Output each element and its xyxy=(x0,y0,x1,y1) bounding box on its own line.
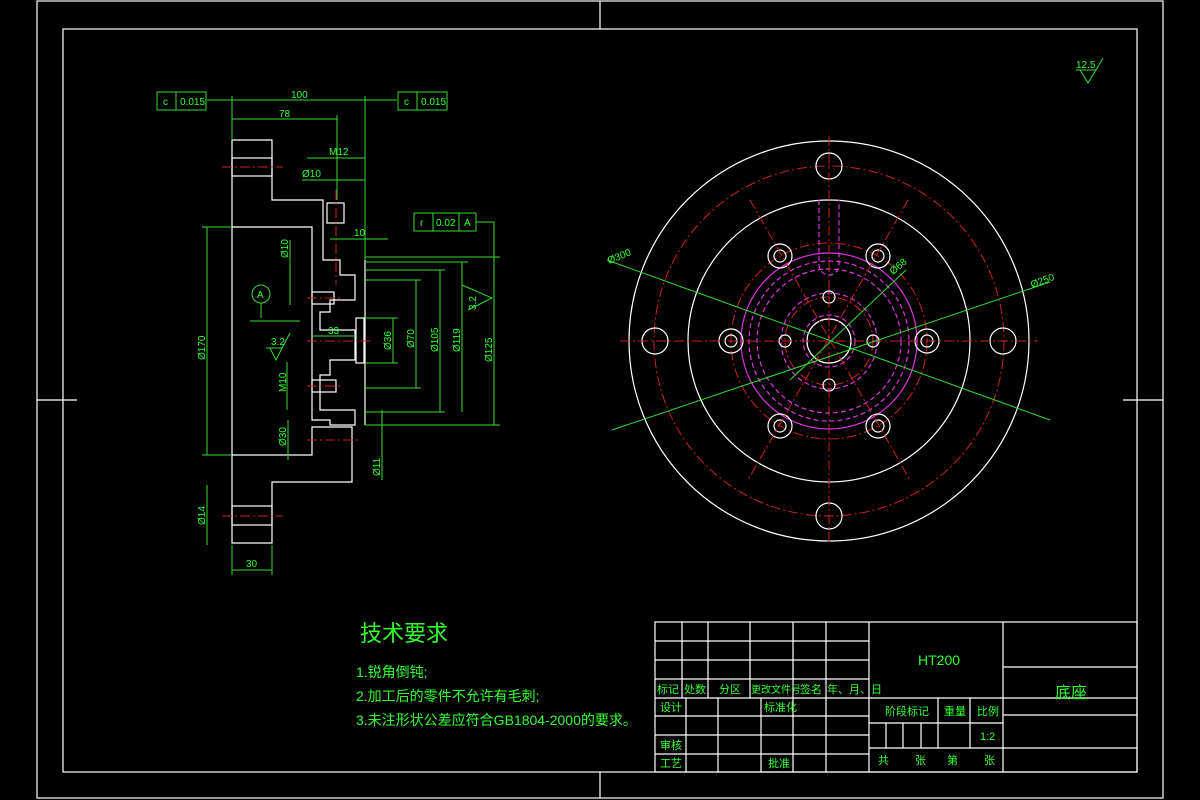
svg-text:0.015: 0.015 xyxy=(421,97,446,108)
label-sheet: 张 xyxy=(984,754,995,767)
label-weight: 重量 xyxy=(944,704,966,718)
roughness-value: 12.5 xyxy=(1076,60,1096,71)
dim-d68: Ø68 xyxy=(888,256,910,277)
header-count: 处数 xyxy=(684,683,706,696)
svg-text:c: c xyxy=(404,97,409,108)
tech-requirements-title: 技术要求 xyxy=(360,621,448,646)
dim-m12: M12 xyxy=(329,147,349,158)
svg-text:r: r xyxy=(420,218,424,229)
header-date: 年、月、日 xyxy=(827,682,882,696)
dim-d250: Ø250 xyxy=(1029,272,1056,291)
roughness-3-2-a: 3.2 xyxy=(271,337,285,348)
dim-d14: Ø14 xyxy=(197,506,208,525)
label-approve: 批准 xyxy=(768,756,790,770)
tolerance-frame-right: c 0.015 xyxy=(397,91,448,111)
dim-33: 33 xyxy=(328,326,340,337)
dim-d11: Ø11 xyxy=(372,457,383,476)
dim-d170: Ø170 xyxy=(197,335,208,360)
tech-requirement-item: 1.锐角倒钝; xyxy=(356,664,428,680)
dim-d125: Ø125 xyxy=(484,337,495,362)
label-design: 设计 xyxy=(660,701,682,714)
header-zone: 分区 xyxy=(719,683,741,696)
label-total: 共 xyxy=(878,754,889,767)
tech-requirement-item: 2.加工后的零件不允许有毛刺; xyxy=(356,688,540,704)
general-roughness-symbol: 12.5 xyxy=(1076,57,1104,84)
dim-100: 100 xyxy=(291,90,308,101)
tech-requirement-item: 3.未注形状公差应符合GB1804-2000的要求。 xyxy=(356,712,637,728)
dim-d119: Ø119 xyxy=(452,328,463,352)
roughness-3-2-b: 3.2 xyxy=(468,296,479,310)
dim-d30: Ø30 xyxy=(278,427,289,446)
tolerance-frame-runout: r 0.02 A xyxy=(413,212,495,240)
dim-d36: Ø36 xyxy=(383,331,394,350)
datum-a: A xyxy=(257,290,264,301)
svg-text:0.015: 0.015 xyxy=(180,97,205,108)
dim-d105: Ø105 xyxy=(430,327,441,352)
label-page: 第 xyxy=(947,753,958,767)
label-sheets: 张 xyxy=(915,754,926,767)
header-mark: 标记 xyxy=(657,682,679,696)
inner-border xyxy=(62,28,1138,773)
tolerance-frame-left: c 0.015 xyxy=(156,91,207,111)
label-scale: 比例 xyxy=(977,704,999,718)
dim-10: 10 xyxy=(354,228,366,239)
material: HT200 xyxy=(918,652,960,668)
dim-30: 30 xyxy=(246,559,258,570)
dim-d10-top: Ø10 xyxy=(302,169,321,180)
part-name: 底座 xyxy=(1055,684,1087,702)
label-process: 工艺 xyxy=(660,757,682,770)
centerlines xyxy=(222,166,370,517)
dim-d10: Ø10 xyxy=(280,239,291,258)
label-review: 审核 xyxy=(660,738,682,752)
scale-value: 1:2 xyxy=(980,731,995,743)
label-stage-mark: 阶段标记 xyxy=(885,704,929,718)
title-block: 标记 处数 分区 更改文件号 签名 年、月、日 设计 标准化 审核 工艺 批准 … xyxy=(654,621,1138,773)
cad-drawing: 12.5 100 78 M12 Ø10 10 Ø10 33 Ø36 Ø70 Ø1… xyxy=(36,0,1164,799)
dim-d70: Ø70 xyxy=(406,329,417,348)
front-view: Ø300 Ø68 Ø250 xyxy=(606,136,1056,545)
svg-text:c: c xyxy=(163,97,168,108)
header-signature: 签名 xyxy=(800,682,822,696)
svg-text:0.02: 0.02 xyxy=(436,218,456,229)
svg-text:A: A xyxy=(464,218,471,229)
dim-78: 78 xyxy=(279,109,291,120)
dim-m10: M10 xyxy=(278,372,289,392)
label-standardization: 标准化 xyxy=(764,700,797,714)
section-view: 100 78 M12 Ø10 10 Ø10 33 Ø36 Ø70 Ø105 Ø1… xyxy=(156,90,500,575)
tech-requirements: 技术要求 1.锐角倒钝; 2.加工后的零件不允许有毛刺; 3.未注形状公差应符合… xyxy=(356,621,637,728)
dim-d300: Ø300 xyxy=(606,247,633,267)
header-change-doc: 更改文件号 xyxy=(751,683,801,696)
